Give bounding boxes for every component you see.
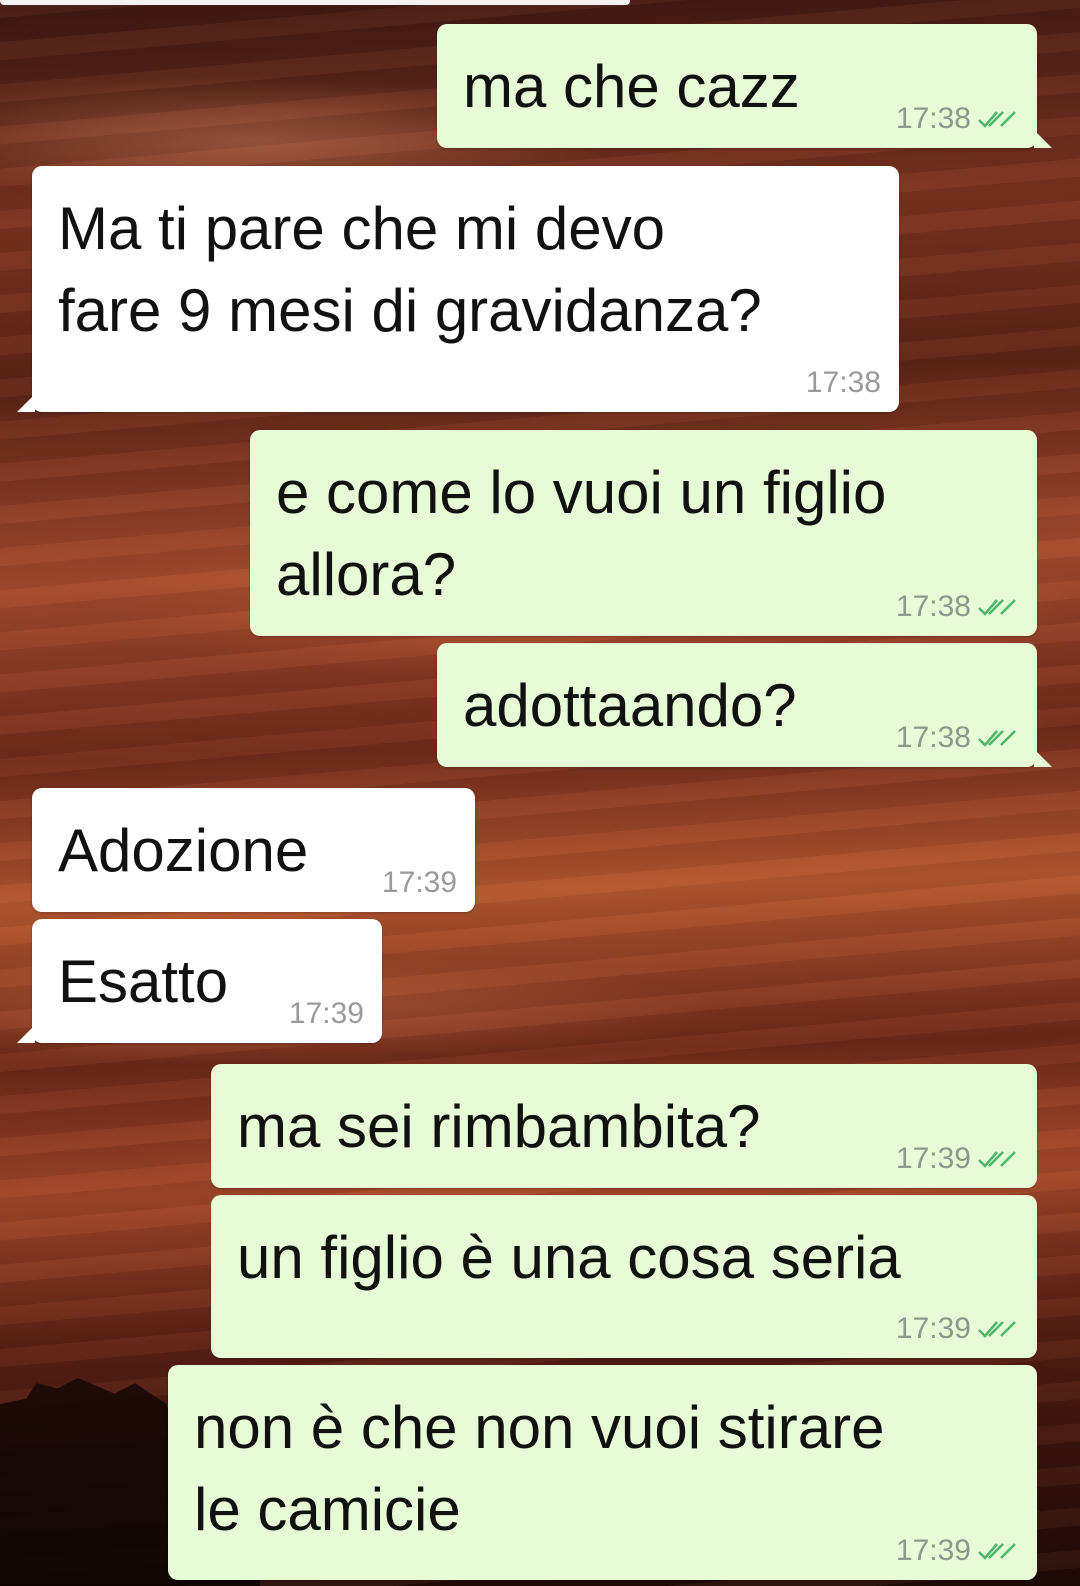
message-text: ma che cazz [463,53,800,120]
message-text: Adozione [58,817,309,884]
double-check-icon [978,730,1016,747]
double-check-icon [978,1321,1016,1338]
outgoing-message[interactable]: adottaando? 17:38 [437,643,1052,767]
message-text: adottaando? [463,672,797,739]
message-meta: 17:38 [896,721,1019,755]
outgoing-message[interactable]: non è che non vuoi stirare le camicie 17… [168,1365,1037,1580]
message-meta: 17:39 [896,1312,1019,1346]
incoming-message[interactable]: Adozione 17:39 [32,788,475,912]
message-time: 17:38 [895,721,971,754]
outgoing-message[interactable]: e come lo vuoi un figlio allora? 17:38 [250,430,1037,636]
double-check-icon [978,1151,1016,1168]
double-check-icon [978,111,1016,128]
message-time: 17:38 [895,590,971,623]
double-check-icon [978,599,1016,616]
message-meta: 17:39 [896,1142,1019,1176]
message-time: 17:39 [381,866,457,899]
message-text: Ma ti pare che mi devo fare 9 mesi di gr… [58,195,762,344]
message-time: 17:38 [895,102,971,135]
message-time: 17:39 [288,997,364,1030]
message-text: non è che non vuoi stirare le camicie [194,1394,885,1543]
message-meta: 17:39 [382,866,457,900]
incoming-message[interactable]: Ma ti pare che mi devo fare 9 mesi di gr… [17,166,899,412]
previous-message-edge [0,0,630,5]
message-text: e come lo vuoi un figlio allora? [276,459,887,608]
message-time: 17:39 [895,1534,971,1567]
message-meta: 17:39 [896,1534,1019,1568]
message-meta: 17:38 [806,366,881,400]
message-text: Esatto [58,948,229,1015]
message-time: 17:39 [895,1312,971,1345]
message-text: ma sei rimbambita? [237,1093,761,1160]
message-meta: 17:38 [896,590,1019,624]
outgoing-message[interactable]: ma che cazz 17:38 [437,24,1052,148]
message-meta: 17:39 [289,997,364,1031]
message-meta: 17:38 [896,102,1019,136]
message-time: 17:39 [895,1142,971,1175]
double-check-icon [978,1543,1016,1560]
incoming-message[interactable]: Esatto 17:39 [17,919,382,1043]
message-text: un figlio è una cosa seria [237,1224,901,1291]
outgoing-message[interactable]: ma sei rimbambita? 17:39 [211,1064,1037,1188]
message-time: 17:38 [805,366,881,399]
outgoing-message[interactable]: un figlio è una cosa seria 17:39 [211,1195,1037,1358]
